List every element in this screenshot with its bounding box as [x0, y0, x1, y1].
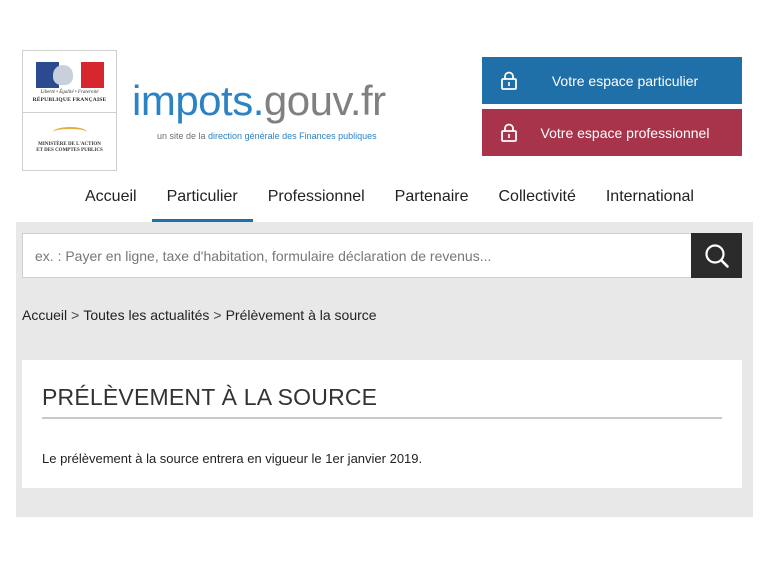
nav-item-partenaire[interactable]: Partenaire — [380, 184, 484, 222]
marianne-flag-icon — [36, 62, 105, 88]
breadcrumb-separator: > — [71, 307, 80, 323]
nav-item-accueil[interactable]: Accueil — [70, 184, 152, 222]
government-logo[interactable]: Liberté • Égalité • Fraternité RÉPUBLIQU… — [22, 50, 117, 171]
espace-particulier-button[interactable]: Votre espace particulier — [482, 57, 742, 104]
article-body: Le prélèvement à la source entrera en vi… — [42, 451, 423, 466]
site-name-part2: gouv.fr — [263, 77, 386, 124]
espace-professionnel-button[interactable]: Votre espace professionnel — [482, 109, 742, 156]
espace-professionnel-label: Votre espace professionnel — [540, 124, 710, 141]
article-card: PRÉLÈVEMENT À LA SOURCE Le prélèvement à… — [22, 360, 742, 488]
nav-item-particulier[interactable]: Particulier — [151, 184, 253, 222]
search-input[interactable] — [23, 234, 690, 277]
search-icon — [704, 243, 729, 268]
breadcrumb-actualites[interactable]: Toutes les actualités — [83, 307, 209, 323]
site-logo[interactable]: impots.gouv.fr — [132, 80, 386, 122]
marianne-block: Liberté • Égalité • Fraternité RÉPUBLIQU… — [23, 51, 116, 113]
page-title: PRÉLÈVEMENT À LA SOURCE — [42, 384, 722, 419]
site-tagline: un site de la direction générale des Fin… — [157, 131, 377, 141]
main-nav: Accueil Particulier Professionnel Parten… — [70, 184, 709, 222]
nav-item-international[interactable]: International — [591, 184, 709, 222]
breadcrumb-accueil[interactable]: Accueil — [22, 307, 67, 323]
breadcrumb-current: Prélèvement à la source — [225, 307, 377, 323]
search-bar — [22, 233, 742, 278]
breadcrumb: Accueil > Toutes les actualités > Prélèv… — [22, 307, 377, 323]
espace-particulier-label: Votre espace particulier — [551, 72, 699, 89]
site-name-part1: impots. — [132, 77, 264, 124]
ministry-name: MINISTÈRE DE L'ACTION ET DES COMPTES PUB… — [36, 142, 103, 153]
main-content: Accueil > Toutes les actualités > Prélèv… — [16, 222, 753, 517]
nav-item-collectivite[interactable]: Collectivité — [484, 184, 591, 222]
ministry-arc-icon — [53, 127, 87, 137]
republic-motto: Liberté • Égalité • Fraternité — [40, 90, 99, 95]
nav-item-professionnel[interactable]: Professionnel — [253, 184, 380, 222]
search-button[interactable] — [691, 233, 742, 278]
breadcrumb-separator: > — [213, 307, 222, 323]
republic-name: RÉPUBLIQUE FRANÇAISE — [32, 97, 107, 103]
